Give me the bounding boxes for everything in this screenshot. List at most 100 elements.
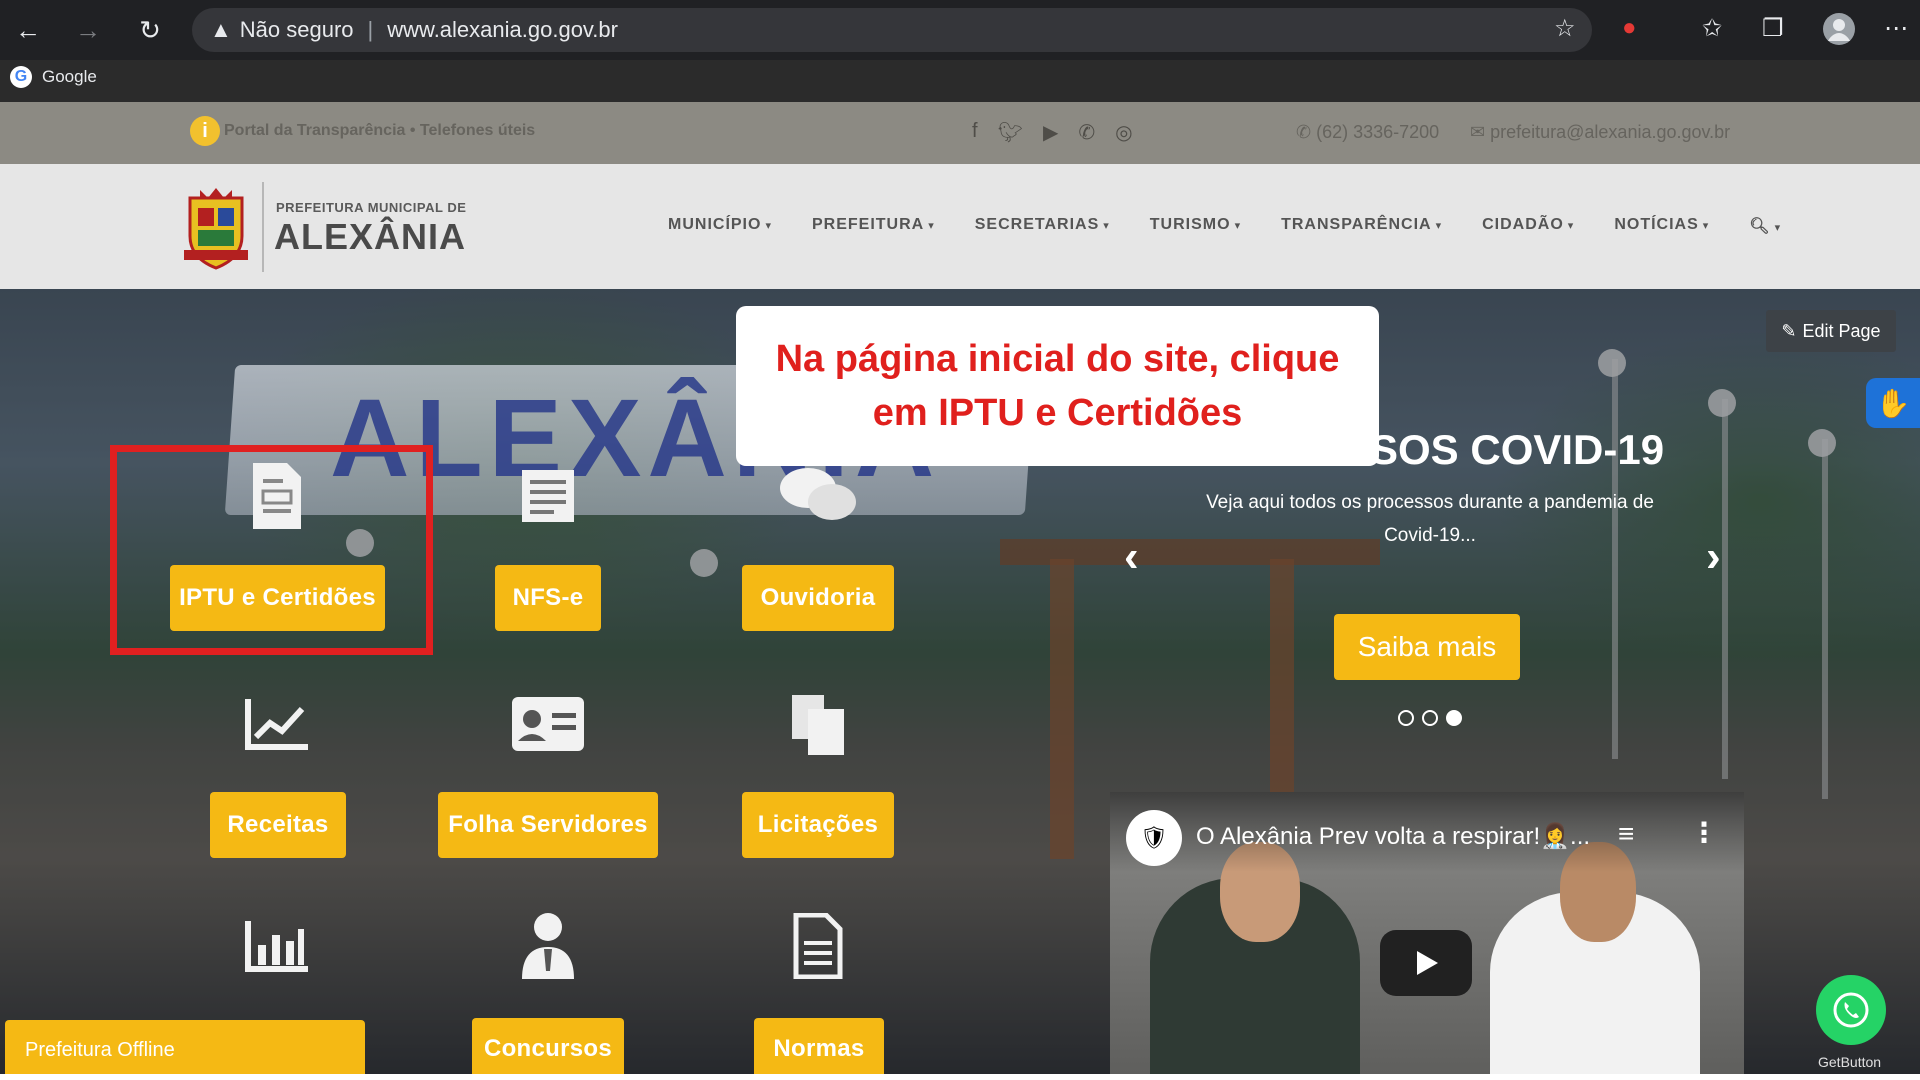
person-tie-icon[interactable] [508,906,588,986]
line-chart-icon[interactable] [237,684,317,764]
normas-button[interactable]: Normas [754,1018,884,1080]
more-vertical-icon[interactable]: ⋮ [1690,816,1718,849]
address-bar[interactable]: ▲ Não seguro | www.alexania.go.gov.br [192,8,1592,52]
id-card-icon[interactable] [508,684,588,764]
playlist-icon[interactable]: ≡ [1618,818,1634,850]
concursos-button[interactable]: Concursos [472,1018,624,1080]
nav-label: TURISMO [1149,216,1231,233]
nav-label: NOTÍCIAS [1614,216,1699,233]
chevron-left-icon[interactable]: ‹ [1124,532,1139,582]
folha-servidores-button[interactable]: Folha Servidores [438,792,658,858]
instagram-icon[interactable]: ◎ [1115,120,1132,145]
phone-text: (62) 3336-7200 [1316,122,1440,142]
nav-search[interactable]: 🔍︎ ▾ [1749,216,1781,236]
bookmark-google[interactable]: G Google [10,66,97,88]
topbar-info-link[interactable]: i Portal da Transparência • Telefones út… [190,116,535,146]
play-button[interactable] [1380,930,1472,996]
whatsapp-icon [1833,992,1869,1028]
callout-text: Na página inicial do site, clique em IPT… [775,338,1340,434]
prefeitura-offline-bar[interactable]: Prefeitura Offline [5,1020,365,1080]
nav-label: TRANSPARÊNCIA [1281,216,1432,233]
channel-avatar[interactable]: 🛡︎ [1126,810,1182,866]
nav-transparencia[interactable]: TRANSPARÊNCIA ▾ [1281,216,1442,236]
social-icons: f 🐦︎ ▶ ✆ ◎ [972,120,1133,145]
slider-dot[interactable] [1398,710,1414,726]
nav-cidadao[interactable]: CIDADÃO ▾ [1482,216,1574,236]
chevron-down-icon: ▾ [928,220,935,232]
forward-icon[interactable]: → [70,12,106,48]
saiba-mais-button[interactable]: Saiba mais [1334,614,1520,680]
slider-dots [1398,710,1462,726]
url-text: www.alexania.go.gov.br [387,17,618,42]
chevron-down-icon: ▾ [1435,220,1443,232]
address-separator: | [367,17,374,42]
ouvidoria-button[interactable]: Ouvidoria [742,565,894,631]
getbutton-label[interactable]: GetButton [1818,1054,1881,1070]
edit-icon: ✎ [1781,320,1797,341]
slider-dot[interactable] [1422,710,1438,726]
info-icon: i [190,116,220,146]
chevron-down-icon: ▾ [1702,220,1710,232]
warning-icon: ▲ [210,17,232,42]
receitas-button[interactable]: Receitas [210,792,346,858]
back-icon[interactable]: ← [10,12,46,48]
slider-dot-active[interactable] [1446,710,1462,726]
sign-language-icon[interactable]: ✋ [1866,378,1920,428]
offline-label: Prefeitura Offline [25,1038,175,1061]
whatsapp-icon[interactable]: ✆ [1078,120,1095,145]
nav-turismo[interactable]: TURISMO ▾ [1150,216,1241,236]
edit-page-button[interactable]: ✎ Edit Page [1766,310,1896,352]
google-icon: G [10,66,32,88]
chat-bubbles-icon[interactable] [778,456,858,536]
topbar-email[interactable]: ✉ prefeitura@alexania.go.gov.br [1470,122,1730,143]
nav-label: SECRETARIAS [974,216,1100,233]
nav-secretarias[interactable]: SECRETARIAS ▾ [975,216,1110,236]
highlight-box [110,445,433,655]
whatsapp-button[interactable] [1816,975,1886,1045]
play-icon [1417,951,1438,975]
licitacoes-button[interactable]: Licitações [742,792,894,858]
topbar-info-text: Portal da Transparência • Telefones útei… [224,122,536,139]
more-icon[interactable]: ⋯ [1884,14,1908,43]
extension-icon[interactable]: ● [1622,14,1637,42]
collections-icon[interactable]: ❐ [1762,14,1784,43]
facebook-icon[interactable]: f [972,120,978,145]
chevron-down-icon: ▾ [1103,220,1110,232]
logo-subtitle[interactable]: PREFEITURA MUNICIPAL DE [276,200,466,215]
favorites-icon[interactable]: ✩ [1702,14,1722,43]
logo-title[interactable]: ALEXÂNIA [274,216,466,258]
copy-documents-icon[interactable] [778,684,858,764]
chevron-right-icon[interactable]: › [1706,532,1721,582]
add-favorite-icon[interactable]: ☆ [1554,14,1576,43]
site-header: PREFEITURA MUNICIPAL DE ALEXÂNIA MUNICÍP… [0,164,1920,289]
security-label: Não seguro [239,17,354,42]
nav-municipio[interactable]: MUNICÍPIO ▾ [668,216,772,236]
edit-page-label: Edit Page [1802,320,1881,341]
search-icon: 🔍︎ [1749,218,1771,235]
bar-chart-icon[interactable] [237,906,317,986]
nav-label: MUNICÍPIO [668,216,762,233]
nav-noticias[interactable]: NOTÍCIAS ▾ [1614,216,1709,236]
envelope-icon: ✉ [1470,122,1491,142]
reload-icon[interactable]: ↻ [132,12,168,48]
topbar-phone[interactable]: ✆ (62) 3336-7200 [1296,122,1439,143]
logo-divider [262,182,264,272]
video-title[interactable]: O Alexânia Prev volta a respirar!👩‍⚕️... [1196,822,1590,851]
crest-icon[interactable] [180,184,252,270]
nfse-button[interactable]: NFS-e [495,565,601,631]
slide-title: SOS COVID-19 [1370,426,1665,473]
video-embed[interactable]: 🛡︎ O Alexânia Prev volta a respirar!👩‍⚕️… [1110,792,1744,1080]
twitter-icon[interactable]: 🐦︎ [998,120,1023,145]
bottom-strip [0,1074,1920,1080]
chevron-down-icon: ▾ [1234,220,1242,232]
youtube-icon[interactable]: ▶ [1043,120,1058,145]
email-text: prefeitura@alexania.go.gov.br [1490,122,1731,142]
profile-icon[interactable] [1822,12,1856,53]
chevron-down-icon: ▾ [765,220,772,232]
file-text-icon[interactable] [778,906,858,986]
nav-label: CIDADÃO [1482,216,1564,233]
invoice-icon[interactable] [508,456,588,536]
main-nav: MUNICÍPIO ▾ PREFEITURA ▾ SECRETARIAS ▾ TURI… [668,216,1781,236]
chevron-down-icon: ▾ [1774,222,1782,234]
nav-prefeitura[interactable]: PREFEITURA ▾ [812,216,935,236]
